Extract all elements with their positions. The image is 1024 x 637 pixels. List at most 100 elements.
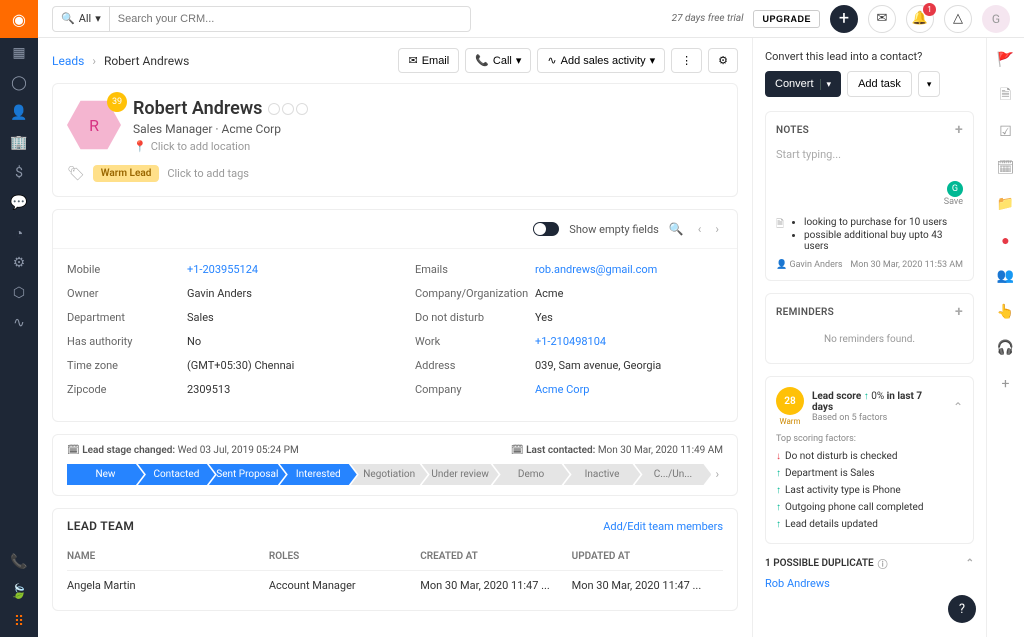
show-empty-toggle[interactable]	[533, 222, 559, 236]
nav-dashboard-icon[interactable]: ▦	[0, 38, 38, 68]
notifications-button[interactable]: 🔔1	[906, 5, 934, 33]
add-note-icon[interactable]: +	[955, 122, 963, 138]
search-details-icon[interactable]: 🔍	[669, 222, 684, 236]
chevron-down-icon: ▾	[95, 12, 101, 25]
nav-accounts-icon[interactable]: 🏢	[0, 128, 38, 158]
stage-step[interactable]: Demo	[493, 464, 570, 485]
quick-action-circles[interactable]	[268, 103, 308, 115]
team-row[interactable]: Angela MartinAccount ManagerMon 30 Mar, …	[67, 571, 723, 600]
calendar-icon: 🗓	[511, 445, 524, 456]
detail-row: Address039, Sam avenue, Georgia	[415, 359, 723, 372]
detail-value: Acme	[535, 287, 563, 300]
collapse-icon[interactable]: ⌃	[953, 400, 963, 414]
detail-row: Has authorityNo	[67, 335, 375, 348]
pulse-icon: ∿	[547, 54, 556, 67]
status-icon[interactable]: ●	[994, 228, 1018, 252]
nav-reports-icon[interactable]: ◔	[0, 218, 38, 248]
edit-team-link[interactable]: Add/Edit team members	[603, 520, 723, 533]
checklist-icon[interactable]: ☑	[994, 120, 1018, 144]
convert-question: Convert this lead into a contact?	[765, 50, 974, 63]
team-card: LEAD TEAM Add/Edit team members NAME ROL…	[52, 508, 738, 611]
add-tags[interactable]: Click to add tags	[167, 167, 249, 180]
add-reminder-icon[interactable]: +	[955, 304, 963, 320]
team-table-header: NAME ROLES CREATED AT UPDATED AT	[67, 543, 723, 571]
detail-value[interactable]: rob.andrews@gmail.com	[535, 263, 657, 276]
email-button[interactable]: ✉Email	[398, 48, 459, 73]
mail-button[interactable]: ✉	[868, 5, 896, 33]
stage-step[interactable]: Inactive	[564, 464, 641, 485]
stage-step[interactable]: Negotiation	[351, 464, 428, 485]
calendar-icon[interactable]: 🗓	[994, 156, 1018, 180]
search-scope-dropdown[interactable]: 🔍 All ▾	[53, 7, 110, 31]
breadcrumb-current: Robert Andrews	[104, 54, 189, 68]
add-activity-button[interactable]: ∿Add sales activity▾	[537, 48, 665, 73]
detail-row: Time zone(GMT+05:30) Chennai	[67, 359, 375, 372]
nav-package-icon[interactable]: ⬡	[0, 278, 38, 308]
stage-bar: NewContactedSent ProposalInterestedNegot…	[67, 464, 723, 485]
nav-phone-icon[interactable]: 📞	[0, 547, 38, 577]
folder-icon[interactable]: 📁	[994, 192, 1018, 216]
chevron-down-icon: ▾	[820, 79, 832, 90]
nav-deals-icon[interactable]: $	[0, 158, 38, 188]
detail-value: 2309513	[187, 383, 230, 396]
support-icon[interactable]: 🎧	[994, 336, 1018, 360]
people-icon[interactable]: 👥	[994, 264, 1018, 288]
user-avatar[interactable]: G	[982, 5, 1010, 33]
search-input[interactable]	[110, 13, 470, 25]
nav-leads-icon[interactable]: 👤	[0, 98, 38, 128]
calendar-icon: 🗓	[67, 445, 80, 456]
add-task-dropdown[interactable]: ▾	[918, 71, 941, 97]
detail-value: No	[187, 335, 201, 348]
notification-badge: 1	[923, 3, 936, 16]
detail-value[interactable]: +1-203955124	[187, 263, 258, 276]
help-fab[interactable]: ?	[948, 595, 976, 623]
factor-row: ↑ Lead details updated	[776, 516, 963, 533]
add-location[interactable]: 📍 Click to add location	[133, 140, 308, 153]
nav-activity-icon[interactable]: ∿	[0, 308, 38, 338]
stage-step[interactable]: Interested	[280, 464, 357, 485]
flag-icon[interactable]: 🚩	[994, 48, 1018, 72]
profile-card: R 39 Robert Andrews Sales Mana	[52, 83, 738, 197]
stage-step[interactable]: New	[67, 464, 144, 485]
app-logo[interactable]: ◉	[0, 0, 38, 38]
hand-icon[interactable]: 👆	[994, 300, 1018, 324]
grammarly-icon[interactable]: G	[947, 181, 963, 197]
nav-apps-icon[interactable]: ⠿	[0, 607, 38, 637]
nav-conversations-icon[interactable]: 💬	[0, 188, 38, 218]
detail-value[interactable]: +1-210498104	[535, 335, 606, 348]
duplicate-link[interactable]: Rob Andrews	[765, 577, 974, 590]
collapse-icon[interactable]: ⌃	[966, 558, 974, 569]
warm-lead-tag[interactable]: Warm Lead	[93, 165, 160, 182]
pin-icon: 📍	[133, 140, 147, 153]
stage-step[interactable]: Sent Proposal	[209, 464, 286, 485]
add-button[interactable]: +	[830, 5, 858, 33]
detail-value[interactable]: Acme Corp	[535, 383, 589, 396]
settings-button[interactable]: ⚙	[708, 48, 738, 73]
prev-page-icon[interactable]: ‹	[694, 220, 706, 238]
search-icon: 🔍	[61, 12, 75, 25]
reminders-empty: No reminders found.	[776, 326, 963, 353]
phone-icon: 📞	[475, 54, 489, 67]
details-card: Show empty fields 🔍 ‹ › Mobile+1-2039551…	[52, 209, 738, 422]
notes-input[interactable]: Start typing...	[776, 144, 963, 181]
plus-icon[interactable]: +	[994, 372, 1018, 396]
save-label[interactable]: Save	[944, 197, 963, 207]
nav-leaf-icon[interactable]: 🍃	[0, 577, 38, 607]
call-button[interactable]: 📞Call▾	[465, 48, 531, 73]
more-button[interactable]: ⋮	[671, 48, 702, 73]
file-icon[interactable]: 🗎	[994, 84, 1018, 108]
alerts-button[interactable]: △	[944, 5, 972, 33]
nav-contacts-icon[interactable]: ◯	[0, 68, 38, 98]
stage-step[interactable]: C.../Un...	[635, 464, 712, 485]
add-task-button[interactable]: Add task	[847, 71, 912, 97]
stage-step[interactable]: Contacted	[138, 464, 215, 485]
nav-settings-icon[interactable]: ⚙	[0, 248, 38, 278]
note-item: 🗎 looking to purchase for 10 userspossib…	[776, 217, 963, 270]
convert-button[interactable]: Convert ▾	[765, 71, 841, 97]
next-page-icon[interactable]: ›	[711, 220, 723, 238]
stage-step[interactable]: Under review	[422, 464, 499, 485]
stage-next-icon[interactable]: ›	[711, 464, 723, 485]
lead-name: Robert Andrews	[133, 98, 308, 119]
upgrade-button[interactable]: UPGRADE	[753, 10, 820, 28]
breadcrumb-root[interactable]: Leads	[52, 54, 84, 68]
